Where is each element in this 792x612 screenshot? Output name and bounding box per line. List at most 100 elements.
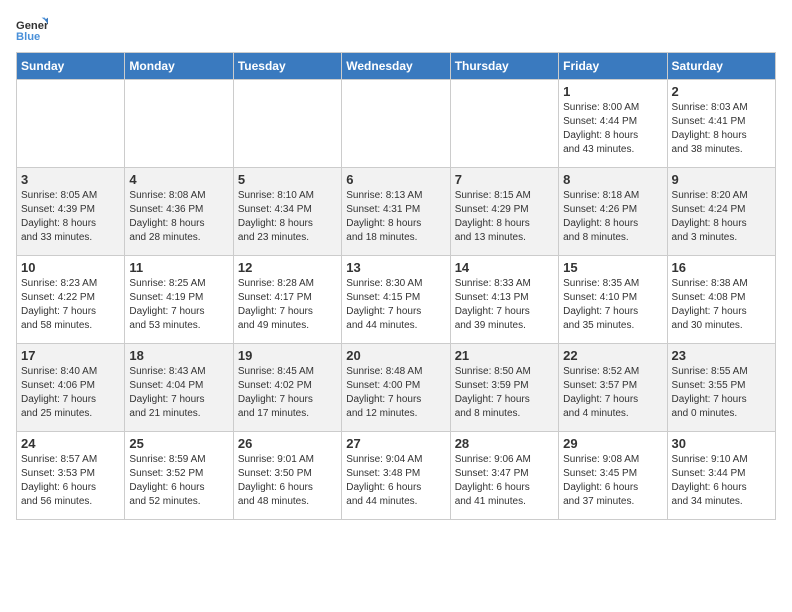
logo: General Blue bbox=[16, 16, 48, 44]
day-info: Sunrise: 8:10 AM Sunset: 4:34 PM Dayligh… bbox=[238, 189, 337, 245]
day-number: 27 bbox=[346, 436, 445, 451]
day-info: Sunrise: 8:40 AM Sunset: 4:06 PM Dayligh… bbox=[21, 365, 120, 421]
day-info: Sunrise: 8:50 AM Sunset: 3:59 PM Dayligh… bbox=[455, 365, 554, 421]
svg-text:General: General bbox=[16, 20, 48, 32]
day-cell-8: 8Sunrise: 8:18 AM Sunset: 4:26 PM Daylig… bbox=[559, 168, 667, 256]
day-number: 2 bbox=[672, 84, 771, 99]
empty-cell bbox=[233, 80, 341, 168]
weekday-header-sunday: Sunday bbox=[17, 53, 125, 80]
day-cell-20: 20 Sunrise: 8:48 AM Sunset: 4:00 PM Dayli… bbox=[342, 344, 450, 432]
calendar-row-4: 17 Sunrise: 8:40 AM Sunset: 4:06 PM Dayli… bbox=[17, 344, 776, 432]
day-cell-6: 6Sunrise: 8:13 AM Sunset: 4:31 PM Daylig… bbox=[342, 168, 450, 256]
day-info: Sunrise: 8:43 AM Sunset: 4:04 PM Dayligh… bbox=[129, 365, 228, 421]
day-number: 4 bbox=[129, 172, 228, 187]
header-row: SundayMondayTuesdayWednesdayThursdayFrid… bbox=[17, 53, 776, 80]
header: General Blue bbox=[16, 16, 776, 44]
day-info: Sunrise: 9:08 AM Sunset: 3:45 PM Dayligh… bbox=[563, 453, 662, 509]
day-number: 23 bbox=[672, 348, 771, 363]
day-info: Sunrise: 8:38 AM Sunset: 4:08 PM Dayligh… bbox=[672, 277, 771, 333]
empty-cell bbox=[125, 80, 233, 168]
day-info: Sunrise: 8:05 AM Sunset: 4:39 PM Dayligh… bbox=[21, 189, 120, 245]
day-info: Sunrise: 8:57 AM Sunset: 3:53 PM Dayligh… bbox=[21, 453, 120, 509]
day-cell-25: 25Sunrise: 8:59 AM Sunset: 3:52 PM Dayli… bbox=[125, 432, 233, 520]
day-info: Sunrise: 8:30 AM Sunset: 4:15 PM Dayligh… bbox=[346, 277, 445, 333]
day-number: 3 bbox=[21, 172, 120, 187]
day-info: Sunrise: 9:01 AM Sunset: 3:50 PM Dayligh… bbox=[238, 453, 337, 509]
day-number: 19 bbox=[238, 348, 337, 363]
day-number: 20 bbox=[346, 348, 445, 363]
day-info: Sunrise: 9:04 AM Sunset: 3:48 PM Dayligh… bbox=[346, 453, 445, 509]
day-number: 29 bbox=[563, 436, 662, 451]
day-cell-23: 23 Sunrise: 8:55 AM Sunset: 3:55 PM Dayli… bbox=[667, 344, 775, 432]
day-cell-9: 9 Sunrise: 8:20 AM Sunset: 4:24 PM Daylig… bbox=[667, 168, 775, 256]
day-number: 10 bbox=[21, 260, 120, 275]
day-info: Sunrise: 8:48 AM Sunset: 4:00 PM Dayligh… bbox=[346, 365, 445, 421]
day-cell-27: 27 Sunrise: 9:04 AM Sunset: 3:48 PM Dayli… bbox=[342, 432, 450, 520]
day-info: Sunrise: 8:35 AM Sunset: 4:10 PM Dayligh… bbox=[563, 277, 662, 333]
day-cell-17: 17 Sunrise: 8:40 AM Sunset: 4:06 PM Dayli… bbox=[17, 344, 125, 432]
calendar-row-2: 3 Sunrise: 8:05 AM Sunset: 4:39 PM Daylig… bbox=[17, 168, 776, 256]
day-number: 21 bbox=[455, 348, 554, 363]
day-cell-10: 10 Sunrise: 8:23 AM Sunset: 4:22 PM Dayli… bbox=[17, 256, 125, 344]
day-cell-7: 7 Sunrise: 8:15 AM Sunset: 4:29 PM Daylig… bbox=[450, 168, 558, 256]
day-number: 11 bbox=[129, 260, 228, 275]
weekday-header-thursday: Thursday bbox=[450, 53, 558, 80]
calendar-row-5: 24Sunrise: 8:57 AM Sunset: 3:53 PM Dayli… bbox=[17, 432, 776, 520]
weekday-header-monday: Monday bbox=[125, 53, 233, 80]
day-cell-3: 3 Sunrise: 8:05 AM Sunset: 4:39 PM Daylig… bbox=[17, 168, 125, 256]
day-cell-26: 26 Sunrise: 9:01 AM Sunset: 3:50 PM Dayli… bbox=[233, 432, 341, 520]
empty-cell bbox=[450, 80, 558, 168]
day-number: 12 bbox=[238, 260, 337, 275]
day-cell-5: 5Sunrise: 8:10 AM Sunset: 4:34 PM Daylig… bbox=[233, 168, 341, 256]
day-number: 16 bbox=[672, 260, 771, 275]
day-cell-28: 28Sunrise: 9:06 AM Sunset: 3:47 PM Dayli… bbox=[450, 432, 558, 520]
day-info: Sunrise: 8:20 AM Sunset: 4:24 PM Dayligh… bbox=[672, 189, 771, 245]
day-info: Sunrise: 8:25 AM Sunset: 4:19 PM Dayligh… bbox=[129, 277, 228, 333]
calendar: SundayMondayTuesdayWednesdayThursdayFrid… bbox=[16, 52, 776, 520]
day-cell-13: 13Sunrise: 8:30 AM Sunset: 4:15 PM Dayli… bbox=[342, 256, 450, 344]
day-cell-24: 24Sunrise: 8:57 AM Sunset: 3:53 PM Dayli… bbox=[17, 432, 125, 520]
weekday-header-saturday: Saturday bbox=[667, 53, 775, 80]
day-number: 18 bbox=[129, 348, 228, 363]
day-number: 7 bbox=[455, 172, 554, 187]
svg-text:Blue: Blue bbox=[16, 31, 40, 43]
day-cell-2: 2Sunrise: 8:03 AM Sunset: 4:41 PM Daylig… bbox=[667, 80, 775, 168]
day-number: 17 bbox=[21, 348, 120, 363]
day-cell-14: 14Sunrise: 8:33 AM Sunset: 4:13 PM Dayli… bbox=[450, 256, 558, 344]
day-info: Sunrise: 8:18 AM Sunset: 4:26 PM Dayligh… bbox=[563, 189, 662, 245]
day-cell-22: 22Sunrise: 8:52 AM Sunset: 3:57 PM Dayli… bbox=[559, 344, 667, 432]
day-info: Sunrise: 8:55 AM Sunset: 3:55 PM Dayligh… bbox=[672, 365, 771, 421]
day-cell-30: 30 Sunrise: 9:10 AM Sunset: 3:44 PM Dayli… bbox=[667, 432, 775, 520]
day-info: Sunrise: 8:08 AM Sunset: 4:36 PM Dayligh… bbox=[129, 189, 228, 245]
day-cell-19: 19 Sunrise: 8:45 AM Sunset: 4:02 PM Dayli… bbox=[233, 344, 341, 432]
calendar-row-1: 1Sunrise: 8:00 AM Sunset: 4:44 PM Daylig… bbox=[17, 80, 776, 168]
day-info: Sunrise: 9:06 AM Sunset: 3:47 PM Dayligh… bbox=[455, 453, 554, 509]
day-number: 1 bbox=[563, 84, 662, 99]
empty-cell bbox=[17, 80, 125, 168]
day-info: Sunrise: 8:23 AM Sunset: 4:22 PM Dayligh… bbox=[21, 277, 120, 333]
day-number: 26 bbox=[238, 436, 337, 451]
day-info: Sunrise: 8:45 AM Sunset: 4:02 PM Dayligh… bbox=[238, 365, 337, 421]
day-number: 15 bbox=[563, 260, 662, 275]
day-number: 9 bbox=[672, 172, 771, 187]
day-cell-4: 4 Sunrise: 8:08 AM Sunset: 4:36 PM Daylig… bbox=[125, 168, 233, 256]
day-cell-18: 18 Sunrise: 8:43 AM Sunset: 4:04 PM Dayli… bbox=[125, 344, 233, 432]
day-cell-12: 12 Sunrise: 8:28 AM Sunset: 4:17 PM Dayli… bbox=[233, 256, 341, 344]
day-info: Sunrise: 8:28 AM Sunset: 4:17 PM Dayligh… bbox=[238, 277, 337, 333]
day-info: Sunrise: 8:52 AM Sunset: 3:57 PM Dayligh… bbox=[563, 365, 662, 421]
day-number: 25 bbox=[129, 436, 228, 451]
day-info: Sunrise: 8:13 AM Sunset: 4:31 PM Dayligh… bbox=[346, 189, 445, 245]
day-cell-29: 29 Sunrise: 9:08 AM Sunset: 3:45 PM Dayli… bbox=[559, 432, 667, 520]
day-cell-1: 1Sunrise: 8:00 AM Sunset: 4:44 PM Daylig… bbox=[559, 80, 667, 168]
day-number: 30 bbox=[672, 436, 771, 451]
empty-cell bbox=[342, 80, 450, 168]
day-info: Sunrise: 9:10 AM Sunset: 3:44 PM Dayligh… bbox=[672, 453, 771, 509]
day-number: 14 bbox=[455, 260, 554, 275]
day-info: Sunrise: 8:15 AM Sunset: 4:29 PM Dayligh… bbox=[455, 189, 554, 245]
weekday-header-friday: Friday bbox=[559, 53, 667, 80]
day-cell-11: 11 Sunrise: 8:25 AM Sunset: 4:19 PM Dayli… bbox=[125, 256, 233, 344]
day-cell-21: 21 Sunrise: 8:50 AM Sunset: 3:59 PM Dayli… bbox=[450, 344, 558, 432]
weekday-header-wednesday: Wednesday bbox=[342, 53, 450, 80]
day-cell-15: 15 Sunrise: 8:35 AM Sunset: 4:10 PM Dayli… bbox=[559, 256, 667, 344]
day-cell-16: 16 Sunrise: 8:38 AM Sunset: 4:08 PM Dayli… bbox=[667, 256, 775, 344]
